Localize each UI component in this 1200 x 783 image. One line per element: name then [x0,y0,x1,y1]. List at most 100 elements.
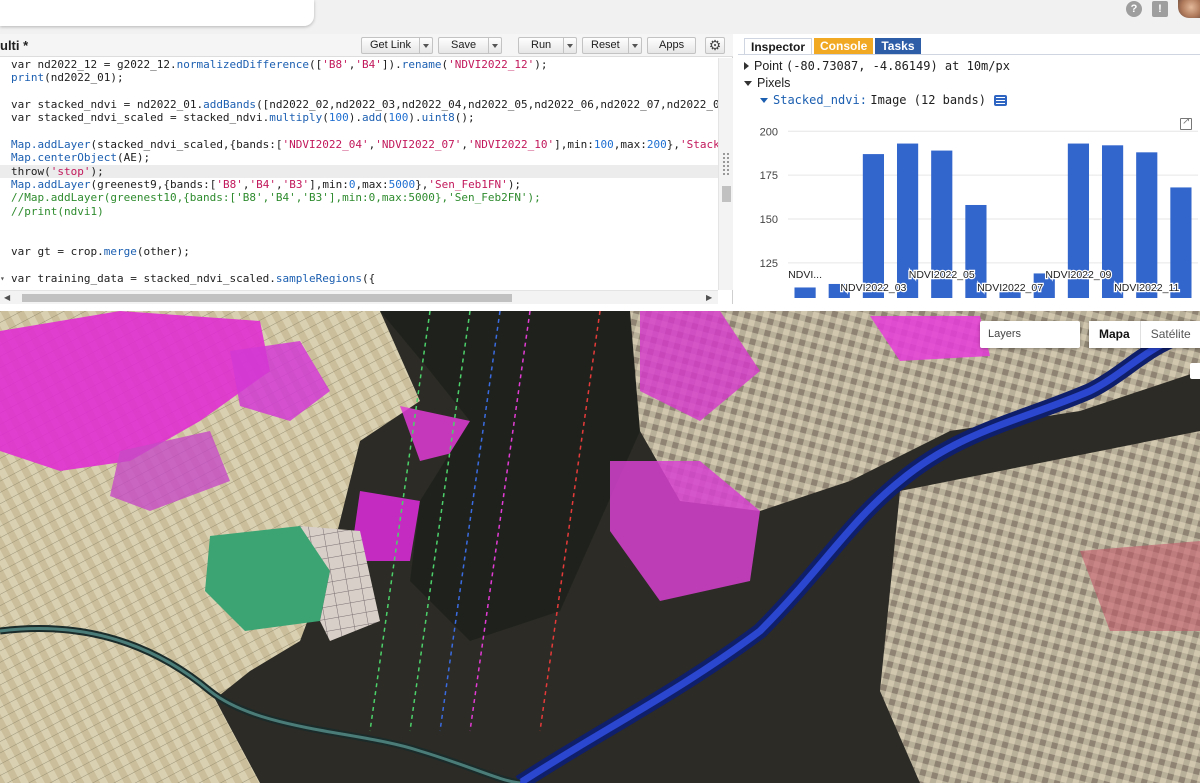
code-line[interactable]: throw('stop'); [0,164,718,179]
code-line[interactable]: var stacked_ndvi_scaled = stacked_ndvi.m… [0,111,718,124]
code-token: (stacked_ndvi_scaled,{bands:[ [90,138,283,152]
code-token: ( [381,111,389,125]
code-token: 'B8' [322,58,349,71]
code-token: (); [454,111,475,125]
layer-row[interactable]: Stacked_ndvi: Image (12 bands) [744,92,1010,109]
code-line[interactable] [0,258,718,271]
code-token: training_data = stacked_ndvi_scaled. [37,271,276,285]
list-icon[interactable] [994,95,1008,107]
code-line[interactable] [0,85,718,98]
map-type-satelite[interactable]: Satélite [1141,321,1200,348]
reset-button[interactable]: Reset [582,37,642,54]
top-bar: ? ! [0,0,1200,34]
code-token: normalizedDifference [176,58,310,71]
tab-tasks[interactable]: Tasks [875,38,921,54]
scroll-thumb[interactable] [722,186,731,202]
code-token: add [362,111,382,125]
tab-inspector[interactable]: Inspector [744,38,813,54]
scroll-thumb[interactable] [22,294,512,302]
code-token: 'stop' [50,164,91,178]
code-line[interactable]: var nd2022_12 = g2022_12.normalizedDiffe… [0,58,718,71]
code-token: 200 [646,138,667,152]
code-token: stacked_ndvi = nd2022_01. [37,98,204,112]
feedback-icon[interactable]: ! [1152,1,1168,17]
code-token: ). [408,111,422,125]
help-icon[interactable]: ? [1126,1,1142,17]
map-canvas[interactable]: Layers Mapa Satélite [0,311,1200,783]
code-token: rename [401,58,442,71]
fold-icon[interactable]: ▾ [0,272,5,285]
code-token: 'NDVI2022_04' [282,138,369,152]
code-line[interactable]: Map.addLayer(greenest9,{bands:['B8','B4'… [0,178,718,191]
expand-right-icon[interactable] [744,62,749,70]
code-token: multiply [269,111,323,125]
code-line[interactable] [0,231,718,244]
code-token: 'B4' [249,178,276,192]
point-row[interactable]: Point (-80.73087, -4.86149) at 10m/px [744,58,1010,75]
code-line[interactable]: Map.centerObject(AE); [0,151,718,164]
code-line[interactable]: //print(ndvi1) [0,205,718,218]
panel-tabs: Inspector Console Tasks [744,38,921,54]
resize-grip-icon[interactable] [723,153,729,175]
code-token: ],min: [309,178,349,192]
apps-label: Apps [659,39,685,51]
apps-button[interactable]: Apps [647,37,697,54]
code-line[interactable] [0,218,718,231]
code-token: ); [507,178,522,192]
chart-bar [794,287,816,298]
expand-down-icon[interactable] [760,98,768,104]
chevron-down-icon[interactable] [563,38,576,53]
code-token: 'B4' [355,58,382,71]
code-token: ([ [309,58,323,71]
y-tick-label: 200 [760,126,778,138]
code-line[interactable]: var gt = crop.merge(other); [0,245,718,258]
gear-icon[interactable]: ⚙ [705,37,725,54]
code-line[interactable]: Map.addLayer(stacked_ndvi_scaled,{bands:… [0,138,718,151]
code-token: }, [666,138,680,152]
code-line[interactable]: var stacked_ndvi = nd2022_01.addBands([n… [0,98,718,111]
vertical-scrollbar[interactable] [718,58,733,290]
code-line[interactable]: ▾ var training_data = stacked_ndvi_scaled… [0,272,718,285]
code-token: , [275,178,283,192]
code-token: 5000 [388,178,416,192]
layers-button[interactable]: Layers [980,321,1080,348]
code-token: 'NDVI2022_12' [448,58,535,71]
map-type-mapa[interactable]: Mapa [1089,321,1141,348]
code-token: ([nd2022_02,nd2022_03,nd2022_04,nd2022_0… [256,98,718,112]
x-tick-label: NDVI2022_05 [909,269,975,281]
open-in-new-icon[interactable] [1180,116,1192,130]
code-area[interactable]: var nd2022_12 = g2022_12.normalizedDiffe… [0,58,718,290]
code-token: //print(ndvi1) [11,204,104,218]
code-token: addBands [203,98,257,112]
scroll-left-icon[interactable]: ◀ [4,293,10,302]
save-button[interactable]: Save [438,37,503,54]
scroll-right-icon[interactable]: ▶ [706,293,712,302]
code-token: //Map.addLayer(greenest10,{bands:['B8','… [11,191,541,205]
layer-name: Stacked_ndvi: [773,93,867,107]
code-line[interactable] [0,125,718,138]
code-editor-panel: ulti * Get Link Save Run Reset Apps ⚙ va… [0,34,733,304]
run-button[interactable]: Run [518,37,578,54]
horizontal-scrollbar[interactable]: ◀ ▶ [0,290,718,304]
code-line[interactable]: print(nd2022_01); [0,71,718,84]
avatar[interactable] [1178,0,1200,18]
pixels-label: Pixels [757,76,791,90]
fullscreen-icon[interactable] [1190,363,1200,379]
code-token: ,max: [355,178,389,192]
code-token: 'NDVI2022_07' [375,138,462,152]
tab-console[interactable]: Console [814,38,874,54]
code-token: gt = crop. [37,244,104,258]
code-line[interactable]: //Map.addLayer(greenest10,{bands:['B8','… [0,191,718,204]
right-panel: Inspector Console Tasks Point (-80.73087… [738,34,1200,304]
layer-description: Image (12 bands) [870,93,986,107]
chevron-down-icon[interactable] [627,38,641,53]
chevron-down-icon[interactable] [418,38,432,53]
pixels-row[interactable]: Pixels [744,75,1010,92]
get-link-button[interactable]: Get Link [361,37,433,54]
expand-down-icon[interactable] [744,81,752,87]
code-token: ( [322,111,329,125]
code-token: 'NDVI2022_10' [467,138,555,152]
code-token: var [11,98,38,112]
chevron-down-icon[interactable] [488,38,501,53]
search-box[interactable] [0,0,314,26]
